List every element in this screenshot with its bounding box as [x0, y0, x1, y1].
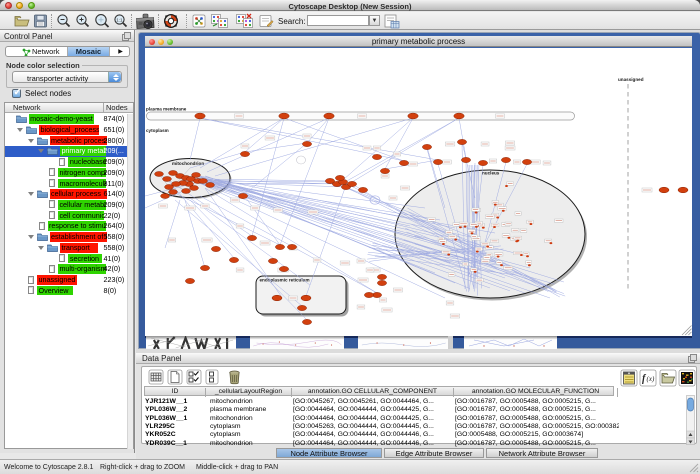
svg-text:endoplasmic reticulum: endoplasmic reticulum	[260, 278, 310, 283]
svg-text:1:1: 1:1	[116, 17, 123, 22]
svg-text:nucleus: nucleus	[482, 171, 500, 176]
svg-text:plasma membrane: plasma membrane	[146, 107, 187, 112]
svg-text:(x): (x)	[647, 375, 655, 383]
svg-text:cytoplasm: cytoplasm	[146, 128, 169, 133]
svg-text:unassigned: unassigned	[618, 77, 644, 82]
